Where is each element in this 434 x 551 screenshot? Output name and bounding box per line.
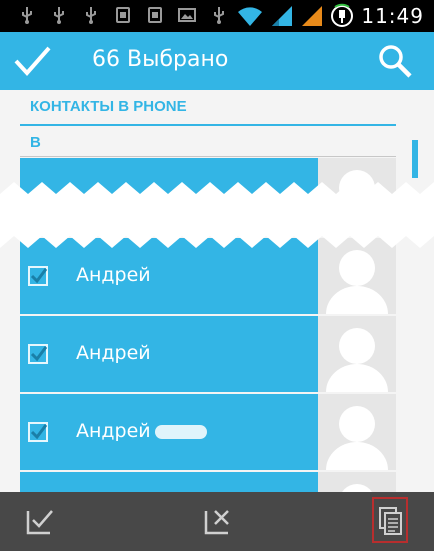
selection-count-title: 66 Выбрано <box>92 47 229 72</box>
contact-name: Андрей <box>76 342 151 364</box>
section-header: КОНТАКТЫ В PHONE <box>30 98 187 115</box>
select-all-icon[interactable] <box>24 505 56 537</box>
letter-header: В <box>30 134 41 151</box>
contact-name: Андрей <box>76 264 151 286</box>
contact-name-text: Андрей <box>76 420 151 442</box>
wifi-icon <box>238 7 263 26</box>
checkbox-checked-icon[interactable] <box>28 344 48 364</box>
deselect-all-icon[interactable] <box>202 505 234 537</box>
contact-name: Андрей <box>76 420 207 442</box>
check-icon[interactable] <box>12 44 52 78</box>
notification-icons <box>18 6 228 24</box>
usb-icon <box>54 7 64 24</box>
redaction-blur <box>154 424 207 439</box>
list-item[interactable]: Андрей <box>20 316 396 394</box>
usb-icon <box>86 7 96 24</box>
sim-icon <box>116 7 130 23</box>
checkbox-checked-icon[interactable] <box>28 422 48 442</box>
section-divider <box>20 124 396 126</box>
status-bar: 11:49 <box>0 0 434 32</box>
search-icon[interactable] <box>378 44 412 78</box>
signal-icon <box>302 6 323 26</box>
clock: 11:49 <box>361 4 424 28</box>
scrollbar[interactable] <box>412 140 418 178</box>
signal-icon <box>272 6 293 26</box>
action-bar: 66 Выбрано <box>0 32 434 90</box>
sim-icon <box>148 7 162 23</box>
highlight-box <box>372 497 408 543</box>
torn-edge-overlay <box>0 182 434 248</box>
letter-divider <box>20 156 396 157</box>
checkbox-checked-icon[interactable] <box>28 266 48 286</box>
list-item[interactable]: Андрей <box>20 394 396 472</box>
bottom-action-bar <box>0 492 434 551</box>
usb-icon <box>214 7 224 24</box>
charging-icon <box>331 3 354 27</box>
usb-icon <box>22 7 32 24</box>
avatar <box>318 316 396 392</box>
image-icon <box>178 8 196 22</box>
avatar <box>318 394 396 470</box>
system-icons: 11:49 <box>237 3 424 29</box>
